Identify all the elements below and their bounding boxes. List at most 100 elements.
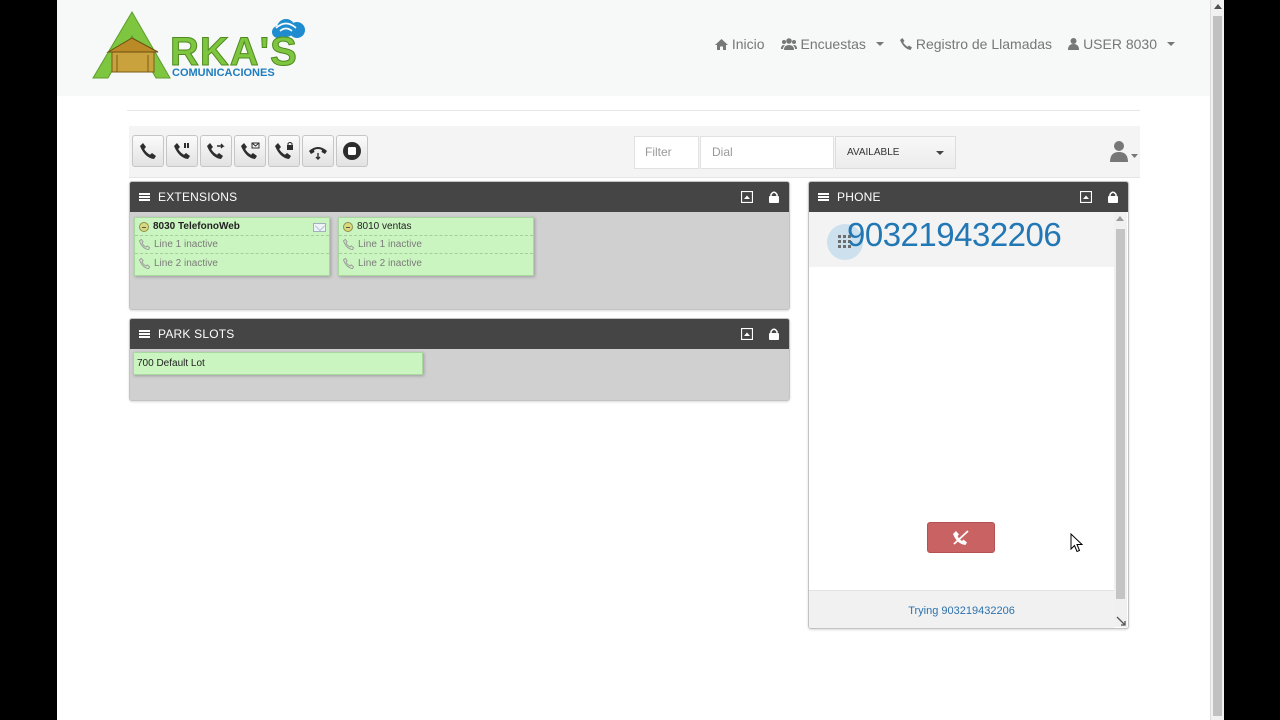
nav-user-menu[interactable]: USER 8030 [1068,36,1175,52]
mouse-cursor-icon [1070,533,1084,553]
phone-line-icon [343,257,354,269]
call-icon [140,143,156,159]
hangup-button[interactable] [927,522,995,553]
menu-icon[interactable] [139,193,150,201]
menu-icon[interactable] [818,193,829,201]
scroll-up-icon[interactable] [1214,4,1222,9]
extensions-panel-title: EXTENSIONS [158,190,238,204]
main-nav: Inicio Encuestas Registro de Llamadas US… [714,36,1175,52]
extension-line-row: Line 2 inactive [339,254,533,272]
presence-status-icon [343,221,353,232]
minimize-icon [740,190,754,204]
lock-icon [769,328,779,340]
presence-status-icon [139,221,149,232]
extension-card-8030[interactable]: 8030 TelefonoWeb Line 1 inactive Line 2 … [134,217,330,276]
park-slot-700[interactable]: 700 Default Lot [133,352,423,375]
dialed-number: 903219432206 [847,216,1062,253]
extension-name-row: 8010 ventas [339,218,533,236]
line-status: Line 2 inactive [358,257,422,269]
nav-encuestas[interactable]: Encuestas [780,36,884,52]
hold-button[interactable] [166,135,198,167]
filter-input[interactable]: Filter [634,136,699,169]
line-status: Line 1 inactive [358,239,422,250]
phone-panel: PHONE 903219432206 Trying 903219432206 [808,181,1129,629]
call-button[interactable] [132,135,164,167]
resize-handle-icon[interactable] [1116,616,1126,626]
operator-toolbar: Filter Dial AVAILABLE [129,126,1140,178]
record-icon [343,142,361,160]
extension-name-row: 8030 TelefonoWeb [135,218,329,236]
transfer-button[interactable] [200,135,232,167]
lock-icon [769,191,779,203]
home-icon [714,38,728,50]
users-icon [780,38,797,50]
lock-line-icon [275,142,293,159]
menu-icon[interactable] [139,330,150,338]
phone-line-icon [343,239,354,250]
user-menu-button[interactable] [1110,140,1140,164]
phone-line-icon [139,257,150,269]
scroll-up-icon[interactable] [1116,216,1124,221]
extension-line-row: Line 1 inactive [339,236,533,254]
nav-registro-label: Registro de Llamadas [915,36,1053,52]
park-slots-panel: PARK SLOTS 700 Default Lot [129,318,790,401]
phone-line-icon [139,239,150,250]
minimize-icon [1079,190,1093,204]
scrollbar-thumb[interactable] [1213,16,1222,716]
arkas-logo[interactable]: RKA'S COMUNICACIONES [90,10,310,85]
page-scrollbar[interactable] [1210,0,1224,720]
chevron-down-icon [936,151,944,155]
hold-icon [174,143,190,159]
minimize-panel-button[interactable] [740,190,754,204]
line-status: Line 1 inactive [154,239,218,250]
nav-inicio-label: Inicio [731,36,765,52]
park-slots-body: 700 Default Lot [130,349,789,400]
lock-line-button[interactable] [268,135,300,167]
phone-number-area: 903219432206 [809,212,1114,267]
lock-panel-button[interactable] [769,328,781,340]
extension-line-row: Line 2 inactive [135,254,329,272]
nav-inicio[interactable]: Inicio [714,36,765,52]
header-divider [127,110,1140,111]
nav-user-label: USER 8030 [1083,36,1157,52]
extensions-panel-header[interactable]: EXTENSIONS [130,182,789,212]
transfer-icon [207,143,225,159]
extension-name: 8010 ventas [357,221,412,232]
agent-status-select[interactable]: AVAILABLE [835,136,956,169]
hangup-icon [953,529,969,545]
extension-name: 8030 TelefonoWeb [153,221,240,232]
extensions-panel: EXTENSIONS 8030 TelefonoWeb Line 1 inact… [129,181,790,310]
lock-panel-button[interactable] [769,191,781,203]
extension-card-8010[interactable]: 8010 ventas Line 1 inactive Line 2 inact… [338,217,534,276]
phone-body: 903219432206 Trying 903219432206 [809,212,1114,628]
lock-icon [1108,191,1118,203]
nav-encuestas-label: Encuestas [800,36,866,52]
phone-panel-scrollbar[interactable] [1114,212,1127,627]
park-slots-panel-header[interactable]: PARK SLOTS [130,319,789,349]
user-icon [1068,38,1080,50]
phone-panel-title: PHONE [837,190,881,204]
phone-panel-header[interactable]: PHONE [809,182,1128,212]
record-button[interactable] [336,135,368,167]
minimize-icon [740,327,754,341]
pickup-button[interactable] [302,135,334,167]
phone-icon [899,38,912,50]
logo-subtext: COMUNICACIONES [172,67,275,79]
minimize-panel-button[interactable] [740,327,754,341]
nav-registro-llamadas[interactable]: Registro de Llamadas [899,36,1053,52]
extension-line-row: Line 1 inactive [135,236,329,254]
pickup-icon [309,147,327,160]
user-icon [1110,141,1138,162]
voicemail-button[interactable] [234,135,266,167]
minimize-panel-button[interactable] [1079,190,1093,204]
dial-input[interactable]: Dial [700,136,834,169]
park-slots-panel-title: PARK SLOTS [158,327,235,341]
line-status: Line 2 inactive [154,257,218,269]
call-status: Trying 903219432206 [809,590,1114,628]
chevron-down-icon [875,42,884,46]
mail-icon[interactable] [313,223,326,232]
voicemail-icon [241,142,260,159]
scrollbar-thumb[interactable] [1116,229,1125,599]
agent-status-value: AVAILABLE [847,147,900,158]
lock-panel-button[interactable] [1108,191,1120,203]
